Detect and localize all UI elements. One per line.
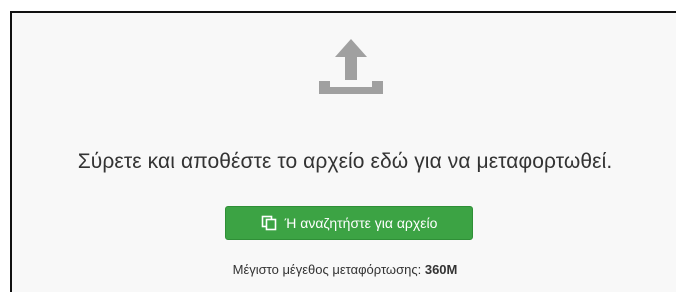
browse-file-label: Ή αναζητήστε για αρχείο: [284, 215, 438, 231]
browse-file-button[interactable]: Ή αναζητήστε για αρχείο: [225, 206, 473, 240]
copy-icon: [261, 215, 277, 231]
max-upload-size: Μέγιστο μέγεθος μεταφόρτωσης: 360M: [12, 262, 676, 277]
upload-tray-icon: [317, 37, 385, 97]
drop-instructions: Σύρετε και αποθέστε το αρχείο εδώ για να…: [77, 150, 613, 173]
file-dropzone[interactable]: Σύρετε και αποθέστε το αρχείο εδώ για να…: [10, 11, 676, 292]
max-upload-size-label: Μέγιστο μέγεθος μεταφόρτωσης:: [232, 262, 422, 277]
max-upload-size-value: 360M: [424, 262, 458, 277]
